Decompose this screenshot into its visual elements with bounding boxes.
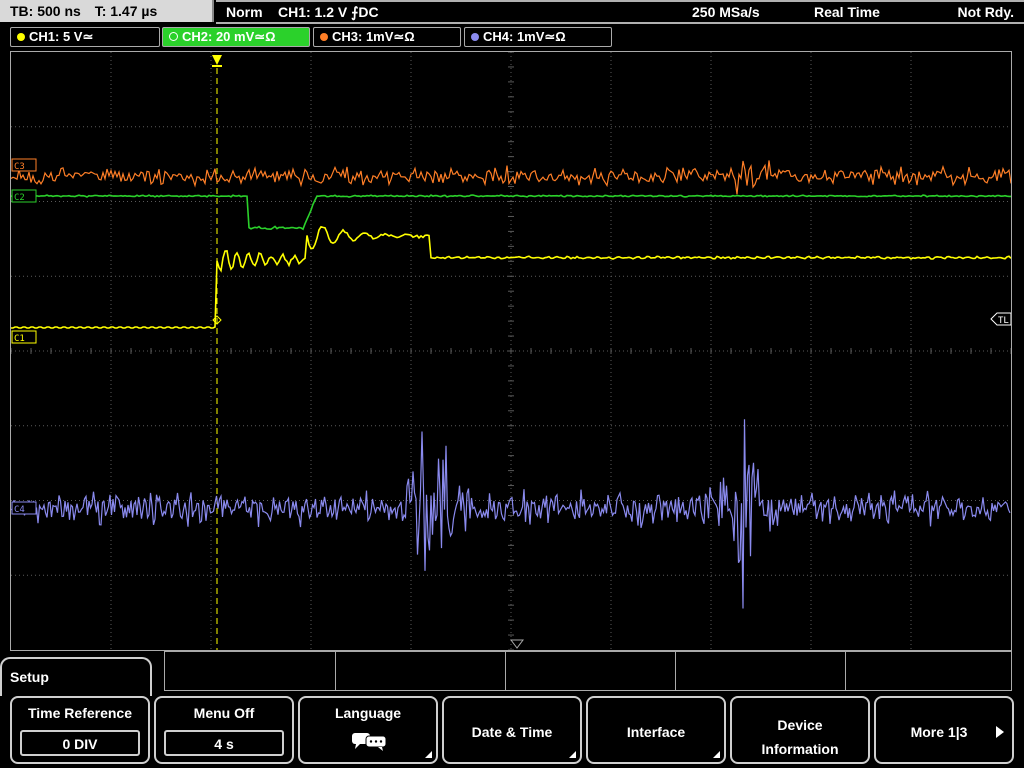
waveform-svg: C3 C2 C1 C4 TL bbox=[11, 52, 1011, 650]
trigger-time-value: T: 1.47 µs bbox=[94, 3, 158, 19]
svg-text:TL: TL bbox=[998, 316, 1009, 326]
ch1-ground-marker: C1 bbox=[11, 330, 37, 344]
device-information-line2: Information bbox=[761, 741, 839, 757]
svg-text:C3: C3 bbox=[14, 162, 25, 172]
next-page-icon bbox=[996, 726, 1004, 738]
svg-text:C2: C2 bbox=[14, 193, 25, 203]
waveform-display[interactable]: C3 C2 C1 C4 TL bbox=[10, 51, 1012, 651]
status-bar: TB: 500 ns T: 1.47 µs Norm CH1: 1.2 V ⨍D… bbox=[0, 0, 1024, 24]
speech-bubbles-icon bbox=[352, 733, 387, 751]
time-reference-value: 0 DIV bbox=[20, 730, 140, 756]
center-marker-icon bbox=[510, 639, 524, 649]
trigger-position-icon bbox=[212, 55, 222, 65]
timebase-value: TB: 500 ns bbox=[10, 3, 81, 19]
softkey-bar: Time Reference 0 DIV Menu Off 4 s Langua… bbox=[0, 696, 1024, 768]
device-information-line1: Device bbox=[777, 717, 823, 733]
ch3-ground-marker: C3 bbox=[11, 158, 37, 172]
menu-off-label: Menu Off bbox=[193, 705, 255, 721]
date-time-softkey[interactable]: Date & Time bbox=[442, 696, 582, 764]
more-softkey[interactable]: More 1|3 bbox=[874, 696, 1014, 764]
ch3-trace bbox=[11, 160, 1011, 195]
device-information-softkey[interactable]: Device Information bbox=[730, 696, 870, 764]
tab-ch3[interactable]: CH3: 1mV≃Ω bbox=[313, 27, 461, 47]
time-reference-softkey[interactable]: Time Reference 0 DIV bbox=[10, 696, 150, 764]
tab-ch1[interactable]: CH1: 5 V≃ bbox=[10, 27, 160, 47]
tab-ch1-label: CH1: 5 V≃ bbox=[29, 29, 94, 44]
time-reference-label: Time Reference bbox=[27, 705, 132, 721]
menu-off-value: 4 s bbox=[164, 730, 284, 756]
interface-label: Interface bbox=[626, 724, 686, 740]
acquisition-mode: Real Time bbox=[814, 4, 880, 20]
submenu-corner-icon bbox=[569, 751, 576, 758]
tab-ch2-label: CH2: 20 mV≃Ω bbox=[182, 29, 276, 44]
trigger-level-marker: TL bbox=[990, 312, 1011, 326]
ch1-dot-icon bbox=[17, 32, 25, 41]
tab-ch4[interactable]: CH4: 1mV≃Ω bbox=[464, 27, 612, 47]
ch3-dot-icon bbox=[320, 32, 328, 41]
language-softkey[interactable]: Language bbox=[298, 696, 438, 764]
date-time-label: Date & Time bbox=[471, 724, 553, 740]
ch4-ground-marker: C4 bbox=[11, 501, 37, 515]
graticule bbox=[11, 52, 1011, 650]
tab-ch4-label: CH4: 1mV≃Ω bbox=[483, 29, 566, 44]
trigger-settings: CH1: 1.2 V ⨍DC bbox=[278, 4, 379, 20]
tab-ch2[interactable]: CH2: 20 mV≃Ω bbox=[162, 27, 310, 47]
setup-menu-title: Setup bbox=[0, 657, 152, 697]
trigger-mode: Norm bbox=[226, 4, 263, 20]
menu-off-softkey[interactable]: Menu Off 4 s bbox=[154, 696, 294, 764]
svg-text:C4: C4 bbox=[14, 505, 25, 515]
acquisition-state: Not Rdy. bbox=[957, 4, 1014, 20]
ch4-dot-icon bbox=[471, 32, 479, 41]
submenu-corner-icon bbox=[425, 751, 432, 758]
submenu-corner-icon bbox=[713, 751, 720, 758]
ch2-dot-icon bbox=[169, 32, 178, 42]
info-strip bbox=[164, 651, 1012, 691]
more-label: More 1|3 bbox=[910, 724, 968, 740]
ch2-ground-marker: C2 bbox=[11, 189, 37, 203]
channel-tabs: CH1: 5 V≃ CH2: 20 mV≃Ω CH3: 1mV≃Ω CH4: 1… bbox=[0, 27, 1024, 47]
sample-rate: 250 MSa/s bbox=[692, 4, 760, 20]
trigger-status: Norm CH1: 1.2 V ⨍DC 250 MSa/s Real Time … bbox=[216, 0, 1024, 24]
svg-text:C1: C1 bbox=[14, 334, 25, 344]
interface-softkey[interactable]: Interface bbox=[586, 696, 726, 764]
tab-ch3-label: CH3: 1mV≃Ω bbox=[332, 29, 415, 44]
timebase-box[interactable]: TB: 500 ns T: 1.47 µs bbox=[0, 0, 214, 22]
language-label: Language bbox=[334, 705, 402, 721]
